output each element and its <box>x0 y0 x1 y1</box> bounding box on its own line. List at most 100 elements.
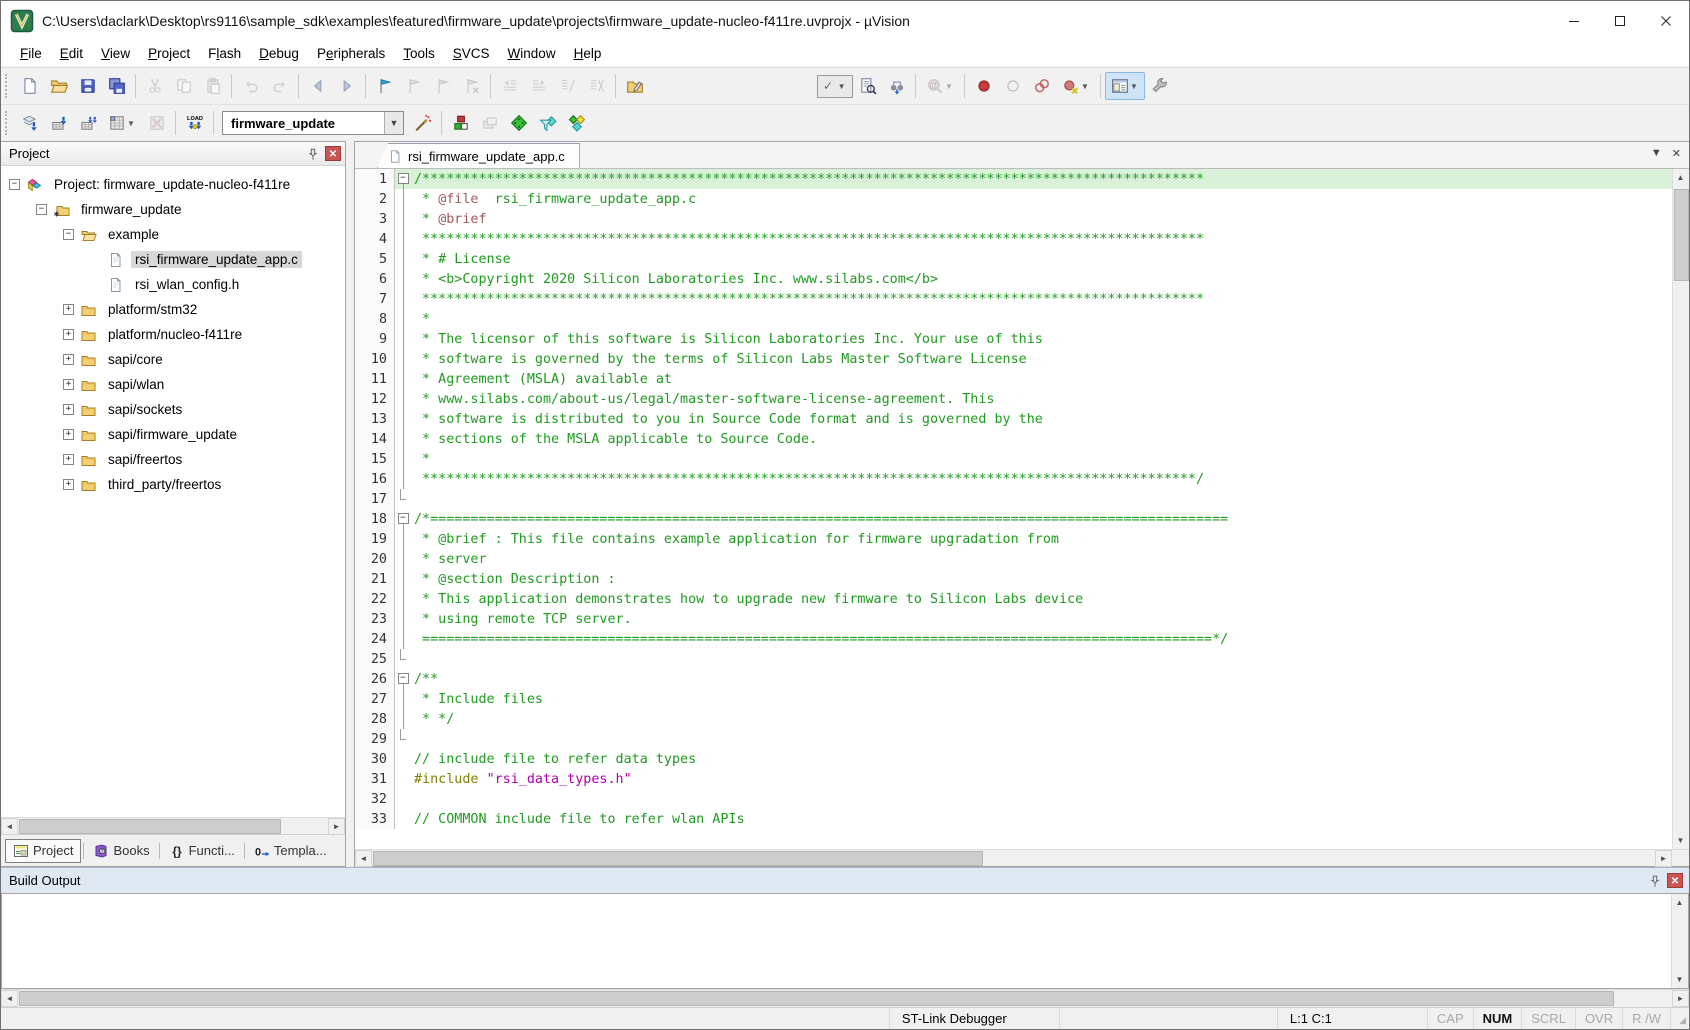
code-line[interactable]: 2 * @file rsi_firmware_update_app.c <box>355 189 1672 209</box>
load-button[interactable]: LOAD <box>180 109 209 137</box>
translate-button[interactable] <box>15 109 44 137</box>
fold-margin[interactable] <box>395 629 411 649</box>
fold-margin[interactable] <box>395 269 411 289</box>
fold-margin[interactable] <box>395 549 411 569</box>
enable-breakpoint-button[interactable] <box>998 72 1027 100</box>
panel-tab-functi[interactable]: {}Functi... <box>162 840 242 862</box>
tree-item[interactable]: rsi_firmware_update_app.c <box>1 247 345 272</box>
fold-margin[interactable] <box>395 689 411 709</box>
tree-item[interactable]: +sapi/firmware_update <box>1 422 345 447</box>
expand-icon[interactable]: + <box>63 404 74 415</box>
tree-item[interactable]: +sapi/wlan <box>1 372 345 397</box>
fold-margin[interactable] <box>395 349 411 369</box>
code-line[interactable]: 18−/*===================================… <box>355 509 1672 529</box>
fold-margin[interactable] <box>395 209 411 229</box>
tab-close-icon[interactable]: ✕ <box>1672 147 1681 160</box>
code-line[interactable]: 10 * software is governed by the terms o… <box>355 349 1672 369</box>
tab-list-chevron-down-icon[interactable]: ▼ <box>1651 147 1662 160</box>
indent-button[interactable] <box>524 72 553 100</box>
fold-margin[interactable] <box>395 769 411 789</box>
chevron-down-icon[interactable]: ▼ <box>126 119 137 128</box>
target-select[interactable]: firmware_update▼ <box>222 111 404 135</box>
tree-item[interactable]: −firmware_update <box>1 197 345 222</box>
panel-tab-books[interactable]: ?Books <box>86 840 156 862</box>
chevron-down-icon[interactable]: ▼ <box>944 82 955 91</box>
code-line[interactable]: 13 * software is distributed to you in S… <box>355 409 1672 429</box>
comment-button[interactable] <box>553 72 582 100</box>
file-extensions-button[interactable] <box>533 109 562 137</box>
fold-margin[interactable]: − <box>395 669 411 689</box>
cut-button[interactable] <box>140 72 169 100</box>
redo-button[interactable] <box>265 72 294 100</box>
build-button[interactable] <box>44 109 73 137</box>
tree-item[interactable]: +platform/nucleo-f411re <box>1 322 345 347</box>
unindent-button[interactable] <box>495 72 524 100</box>
collapse-icon[interactable]: − <box>63 229 74 240</box>
fold-margin[interactable]: − <box>395 509 411 529</box>
fold-margin[interactable] <box>395 489 411 509</box>
batch-build-button[interactable]: ▼ <box>102 109 142 137</box>
expand-icon[interactable]: + <box>63 429 74 440</box>
fold-margin[interactable] <box>395 309 411 329</box>
code-line[interactable]: 21 * @section Description : <box>355 569 1672 589</box>
build-output-vertical-scrollbar[interactable]: ▲ ▼ <box>1671 894 1688 988</box>
build-output-horizontal-scrollbar[interactable]: ◄ ► <box>1 989 1689 1007</box>
scroll-left-icon[interactable]: ◄ <box>355 850 372 867</box>
code-line[interactable]: 27 * Include files <box>355 689 1672 709</box>
code-line[interactable]: 22 * This application demonstrates how t… <box>355 589 1672 609</box>
show-current-statement-button[interactable]: @▼ <box>920 72 960 100</box>
menu-svcs[interactable]: SVCS <box>444 43 499 64</box>
code-line[interactable]: 24 =====================================… <box>355 629 1672 649</box>
manage-layers-button[interactable] <box>475 109 504 137</box>
collapse-icon[interactable]: − <box>36 204 47 215</box>
maximize-button[interactable] <box>1597 1 1643 41</box>
code-line[interactable]: 1−/*************************************… <box>355 169 1672 189</box>
menu-help[interactable]: Help <box>565 43 611 64</box>
code-line[interactable]: 15 * <box>355 449 1672 469</box>
chevron-down-icon[interactable]: ▼ <box>1080 82 1091 91</box>
menu-window[interactable]: Window <box>499 43 565 64</box>
menu-view[interactable]: View <box>92 43 139 64</box>
code-line[interactable]: 29 <box>355 729 1672 749</box>
fold-margin[interactable] <box>395 229 411 249</box>
code-line[interactable]: 25 <box>355 649 1672 669</box>
tree-item[interactable]: +third_party/freertos <box>1 472 345 497</box>
save-button[interactable] <box>73 72 102 100</box>
expand-icon[interactable]: + <box>63 329 74 340</box>
scroll-down-icon[interactable]: ▼ <box>1672 832 1689 849</box>
pin-icon[interactable] <box>304 145 322 163</box>
panel-tab-templa[interactable]: 0Templa... <box>247 840 334 862</box>
incremental-find-button[interactable] <box>882 72 911 100</box>
search-combo[interactable]: ✓▼ <box>817 75 853 98</box>
fold-margin[interactable] <box>395 369 411 389</box>
code-line[interactable]: 30// include file to refer data types <box>355 749 1672 769</box>
editor-horizontal-scrollbar[interactable]: ◄ ► <box>355 849 1689 866</box>
expand-icon[interactable]: + <box>63 379 74 390</box>
pack-installer-button[interactable] <box>562 109 591 137</box>
code-line[interactable]: 33// COMMON include file to refer wlan A… <box>355 809 1672 829</box>
new-file-button[interactable] <box>15 72 44 100</box>
scroll-up-icon[interactable]: ▲ <box>1671 894 1688 911</box>
editor-vertical-scrollbar[interactable]: ▲ ▼ <box>1672 169 1689 849</box>
undo-button[interactable] <box>236 72 265 100</box>
toolbar-grip[interactable] <box>5 111 12 135</box>
menu-flash[interactable]: Flash <box>199 43 250 64</box>
scroll-left-icon[interactable]: ◄ <box>1 990 18 1007</box>
fold-margin[interactable] <box>395 789 411 809</box>
find-in-files-button[interactable] <box>853 72 882 100</box>
tree-item[interactable]: +sapi/core <box>1 347 345 372</box>
expand-icon[interactable]: + <box>63 479 74 490</box>
expand-icon[interactable]: + <box>63 304 74 315</box>
fold-margin[interactable] <box>395 749 411 769</box>
code-area[interactable]: 1−/*************************************… <box>355 169 1672 849</box>
fold-margin[interactable] <box>395 329 411 349</box>
insert-breakpoint-button[interactable] <box>969 72 998 100</box>
panel-splitter[interactable] <box>346 141 354 867</box>
prev-bookmark-button[interactable] <box>399 72 428 100</box>
navigate-forward-button[interactable] <box>332 72 361 100</box>
navigate-back-button[interactable] <box>303 72 332 100</box>
kill-all-breakpoints-button[interactable]: ▼ <box>1056 72 1096 100</box>
save-all-button[interactable] <box>102 72 131 100</box>
fold-margin[interactable] <box>395 809 411 829</box>
project-windows-button[interactable]: ▼ <box>1105 72 1145 100</box>
